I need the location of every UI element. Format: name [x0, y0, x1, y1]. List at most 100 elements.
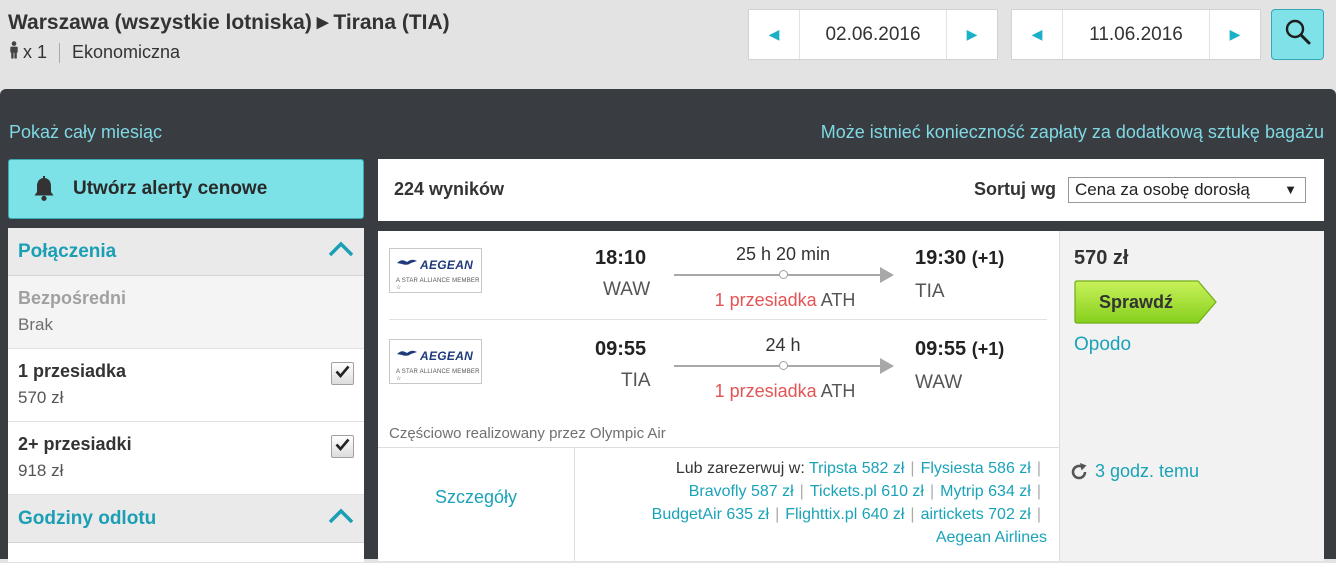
filter-option-1-stop[interactable]: 1 przesiadka 570 zł — [8, 349, 364, 422]
stops-info: 1 przesiadka ATH — [670, 290, 900, 311]
filter-option-value: 570 zł — [18, 388, 64, 407]
provider-price: 702 zł — [988, 506, 1031, 523]
depart-prev-day-button[interactable]: ◀ — [749, 10, 800, 59]
filter-option-name: Bezpośredni — [18, 288, 127, 308]
arrival-time-value: 09:55 — [915, 338, 967, 360]
provider-link-budgetair[interactable]: BudgetAir 635 zł — [652, 506, 769, 523]
search-summary-bar: Warszawa (wszystkie lotniska) ▶ Tirana (TI… — [0, 0, 1336, 78]
filter-checkbox-1-stop[interactable] — [331, 362, 354, 385]
last-updated: 3 godz. temu — [1069, 461, 1199, 482]
filter-option-value: 918 zł — [18, 461, 64, 480]
airline-name: AEGEAN — [420, 258, 474, 272]
details-cell: Szczegóły — [378, 448, 575, 561]
provider-name: Bravofly — [688, 483, 747, 500]
create-price-alert-button[interactable]: Utwórz alerty cenowe — [8, 159, 364, 219]
price-column: 570 zł Sprawdź Opodo 3 godz. temu — [1059, 231, 1324, 561]
return-next-day-button[interactable]: ▶ — [1209, 10, 1260, 59]
price: 570 zł — [1074, 247, 1129, 269]
filter-checkbox-2-plus-stops[interactable] — [331, 435, 354, 458]
provider-name: airtickets — [920, 506, 984, 523]
route-line — [674, 365, 880, 367]
return-date-picker: ◀ 11.06.2016 ▶ — [1011, 9, 1261, 60]
results-count: 224 wyników — [394, 179, 505, 199]
route-arrow-icon: ▶ — [316, 14, 329, 31]
provider-link[interactable]: Opodo — [1074, 334, 1131, 356]
airline-name: AEGEAN — [420, 349, 474, 363]
provider-link-aegean-airlines[interactable]: Aegean Airlines — [936, 529, 1047, 546]
provider-link-tickets-pl[interactable]: Tickets.pl 610 zł — [810, 483, 924, 500]
depart-date[interactable]: 02.06.2016 — [800, 24, 946, 46]
arrival-airport: TIA — [915, 281, 945, 302]
other-providers-line-1: Lub zarezerwuj w: Tripsta 582 zł | Flysies… — [587, 457, 1047, 480]
show-month-link[interactable]: Pokaż cały miesiąc — [9, 122, 162, 143]
provider-link-tripsta[interactable]: Tripsta 582 zł — [809, 460, 904, 477]
provider-link-flighttix[interactable]: Flighttix.pl 640 zł — [785, 506, 904, 523]
check-offer-label: Sprawdź — [1098, 292, 1173, 312]
airline-tagline: A STAR ALLIANCE MEMBER ☆ — [396, 369, 480, 382]
aegean-bird-icon — [397, 350, 417, 356]
triangle-left-icon: ◀ — [1031, 26, 1043, 42]
result-footer: Szczegóły Lub zarezerwuj w: Tripsta 582 … — [378, 447, 1059, 561]
bell-icon — [33, 176, 55, 202]
separator: | — [775, 506, 780, 523]
aegean-bird-icon — [397, 259, 417, 265]
route-title: Warszawa (wszystkie lotniska) ▶ Tirana (TI… — [8, 11, 450, 35]
triangle-right-icon: ▶ — [1229, 26, 1241, 42]
checkmark-icon — [335, 365, 350, 383]
results-header: 224 wyników Sortuj wg Cena za osobę doro… — [378, 159, 1324, 221]
provider-link-mytrip[interactable]: Mytrip 634 zł — [940, 483, 1031, 500]
arrival-time-value: 19:30 — [915, 247, 967, 269]
filter-option-2-plus-stops[interactable]: 2+ przesiadki 918 zł — [8, 422, 364, 495]
other-providers-label: Lub zarezerwuj w: — [675, 460, 805, 477]
separator: | — [929, 483, 935, 500]
provider-price: 587 zł — [750, 483, 794, 500]
connections-filter-header[interactable]: Połączenia — [8, 228, 364, 276]
provider-price: 635 zł — [726, 506, 770, 523]
trip-details: x 1 Ekonomiczna — [8, 41, 180, 64]
airline-logo: AEGEAN A STAR ALLIANCE MEMBER ☆ — [389, 248, 482, 293]
provider-name: Flysiesta — [920, 460, 984, 477]
details-link[interactable]: Szczegóły — [435, 487, 517, 508]
departure-times-filter-header[interactable]: Godziny odlotu — [8, 495, 364, 543]
provider-link-airtickets[interactable]: airtickets 702 zł — [921, 506, 1031, 523]
departure-airport: TIA — [621, 370, 651, 391]
sort-label: Sortuj wg — [974, 179, 1056, 199]
chevron-up-icon — [328, 241, 354, 262]
arrow-head-icon — [880, 267, 894, 283]
arrival-time: 19:30 (+1) — [915, 247, 1004, 270]
airline-tagline: A STAR ALLIANCE MEMBER ☆ — [396, 278, 480, 291]
provider-price: 634 zł — [988, 483, 1031, 500]
provider-name: Mytrip — [940, 483, 984, 500]
sort-select[interactable]: Cena za osobę dorosłą ▼ — [1068, 177, 1306, 203]
provider-price: 610 zł — [881, 483, 924, 500]
provider-price: 582 zł — [861, 460, 905, 477]
other-providers-line-2: Bravofly 587 zł | Tickets.pl 610 zł | Mytrip… — [587, 480, 1047, 503]
return-prev-day-button[interactable]: ◀ — [1012, 10, 1063, 59]
depart-next-day-button[interactable]: ▶ — [946, 10, 997, 59]
departure-time: 18:10 — [595, 247, 647, 269]
filter-option-name: 2+ przesiadki — [18, 434, 132, 454]
filter-option-value: Brak — [18, 315, 53, 334]
baggage-note-link[interactable]: Może istnieć konieczność zapłaty za doda… — [821, 122, 1324, 143]
magnifier-icon — [1284, 18, 1312, 51]
connections-title: Połączenia — [18, 240, 117, 262]
arrival-day-offset: (+1) — [971, 248, 1005, 268]
triangle-right-icon: ▶ — [966, 26, 978, 42]
departure-time: 09:55 — [595, 338, 647, 360]
check-offer-button[interactable]: Sprawdź — [1074, 280, 1218, 324]
provider-link-flysiesta[interactable]: Flysiesta 586 zł — [921, 460, 1031, 477]
arrival-time: 09:55 (+1) — [915, 338, 1004, 361]
stop-dot — [779, 270, 788, 279]
return-date[interactable]: 11.06.2016 — [1063, 24, 1209, 46]
provider-name: Tickets.pl — [809, 483, 877, 500]
departure-airport: WAW — [603, 279, 651, 300]
provider-name: Tripsta — [808, 460, 858, 477]
passenger-count: x 1 — [23, 42, 48, 62]
separator: | — [910, 506, 915, 523]
separator: | — [799, 483, 804, 500]
itinerary[interactable]: AEGEAN A STAR ALLIANCE MEMBER ☆ 18:10 WA… — [378, 231, 1059, 447]
triangle-left-icon: ◀ — [768, 26, 780, 42]
search-button[interactable] — [1271, 9, 1324, 60]
provider-link-bravofly[interactable]: Bravofly 587 zł — [689, 483, 794, 500]
stop-airport: ATH — [820, 290, 856, 310]
